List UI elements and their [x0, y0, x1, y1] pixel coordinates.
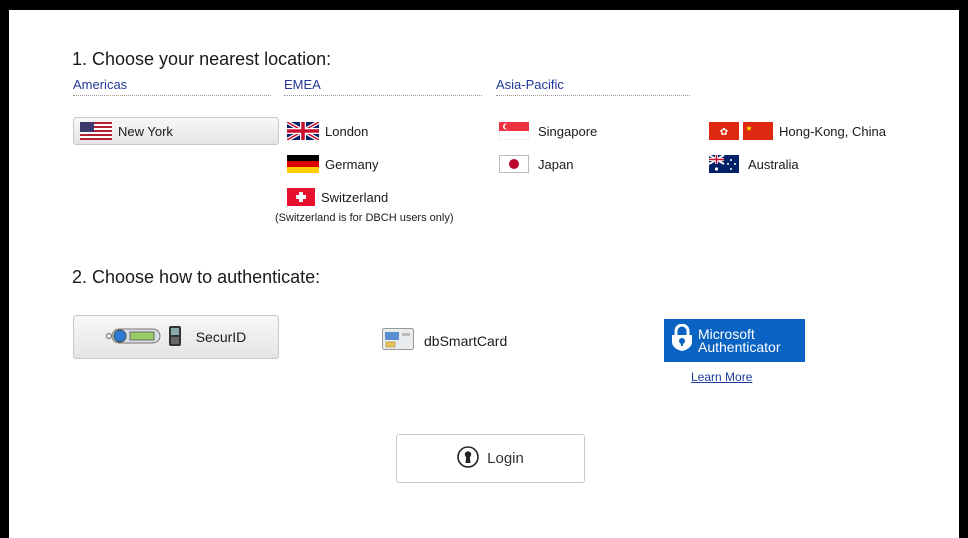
location-new-york[interactable]: New York	[73, 117, 279, 145]
keyhole-icon	[457, 445, 479, 472]
location-label: New York	[118, 123, 173, 139]
japan-flag-icon	[499, 155, 529, 173]
hong-kong-flag-icon: ✿	[709, 122, 739, 140]
step1-title: 1. Choose your nearest location:	[72, 49, 332, 69]
location-germany[interactable]: Germany	[287, 152, 378, 176]
location-label: Hong-Kong, China	[779, 123, 886, 139]
location-label: Germany	[325, 156, 379, 172]
region-asia-pacific: Asia-Pacific	[496, 77, 690, 96]
securid-label: SecurID	[195, 329, 247, 345]
australia-flag-icon	[709, 155, 739, 173]
microsoft-authenticator-option[interactable]: Microsoft Authenticator	[664, 319, 805, 362]
location-japan[interactable]: Japan	[499, 152, 573, 176]
location-label: London	[325, 123, 369, 139]
location-singapore[interactable]: Singapore	[499, 119, 597, 143]
step2-title: 2. Choose how to authenticate:	[72, 267, 321, 287]
location-label: Australia	[748, 156, 799, 172]
switzerland-note: (Switzerland is for DBCH users only)	[275, 212, 454, 224]
location-label: Switzerland	[321, 189, 389, 205]
location-australia[interactable]: Australia	[709, 152, 799, 176]
location-switzerland[interactable]: Switzerland	[287, 185, 388, 209]
location-london[interactable]: London	[287, 119, 368, 143]
ms-authenticator-line2: Authenticator	[698, 338, 781, 355]
securid-token-icon	[105, 326, 162, 349]
securid-button[interactable]: SecurID	[73, 315, 279, 359]
china-flag-icon: ★	[743, 122, 773, 140]
location-hong-kong[interactable]: ✿ ★ Hong-Kong, China	[709, 119, 886, 143]
singapore-flag-icon	[499, 122, 529, 140]
region-emea: EMEA	[284, 77, 482, 96]
location-label: Singapore	[538, 123, 598, 139]
switzerland-flag-icon	[287, 188, 315, 206]
svg-text:✿: ✿	[720, 127, 728, 138]
svg-text:★: ★	[745, 124, 752, 133]
smartcard-label: dbSmartCard	[424, 332, 508, 349]
smartcard-option[interactable]: dbSmartCard	[382, 328, 507, 353]
region-americas: Americas	[73, 77, 271, 96]
securid-phone-icon	[168, 325, 182, 350]
location-label: Japan	[538, 156, 574, 172]
learn-more-link[interactable]: Learn More	[691, 370, 752, 384]
us-flag-icon	[80, 122, 112, 140]
login-button[interactable]: Login	[396, 434, 585, 483]
smartcard-icon	[382, 328, 414, 353]
uk-flag-icon	[287, 122, 319, 140]
germany-flag-icon	[287, 155, 319, 173]
login-label: Login	[487, 450, 524, 467]
lock-shield-icon	[670, 323, 694, 357]
